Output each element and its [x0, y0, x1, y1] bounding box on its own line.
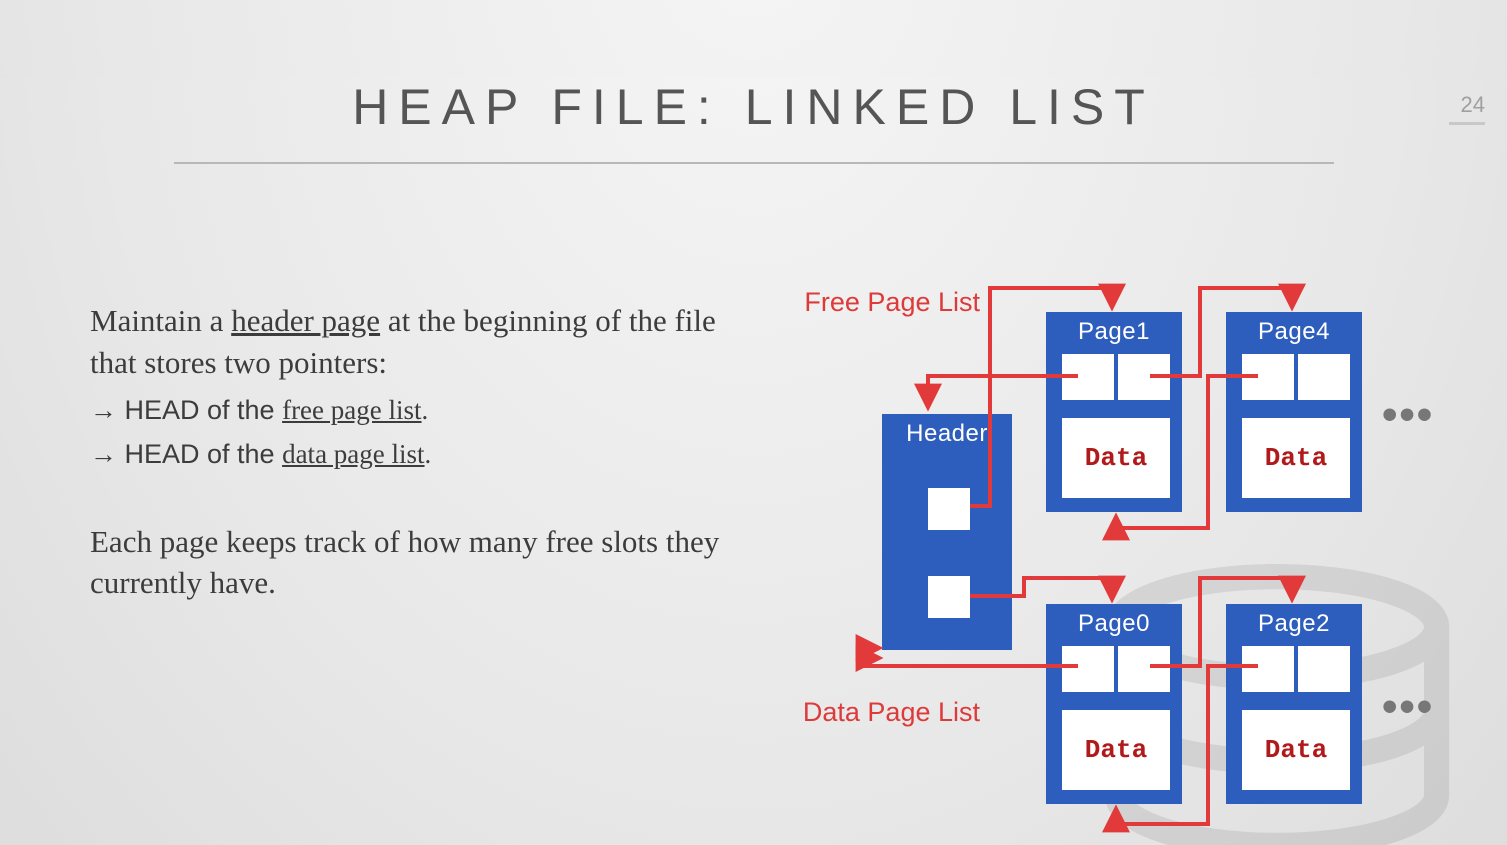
- page4-data: Data: [1242, 418, 1350, 498]
- ellipsis-top: •••: [1382, 390, 1434, 440]
- page4-ptr-pair: [1242, 354, 1350, 400]
- header-slot-data: [928, 576, 970, 618]
- paragraph-1: Maintain a header page at the beginning …: [90, 300, 720, 384]
- page0-ptr-pair: [1062, 646, 1170, 692]
- b1-post: .: [422, 395, 429, 425]
- page4-box: Page4 Data: [1226, 312, 1362, 512]
- body-text: Maintain a header page at the beginning …: [90, 300, 720, 612]
- b1-pre: → HEAD of the: [90, 395, 282, 425]
- header-slot-free: [928, 488, 970, 530]
- b2-post: .: [425, 439, 432, 469]
- page2-box: Page2 Data: [1226, 604, 1362, 804]
- page2-ptr-pair: [1242, 646, 1350, 692]
- bullet-2: → HEAD of the data page list.: [90, 436, 720, 472]
- slide-title: HEAP FILE: LINKED LIST: [174, 78, 1334, 164]
- p1-underline: header page: [231, 303, 380, 338]
- page1-data: Data: [1062, 418, 1170, 498]
- page1-label: Page1: [1048, 314, 1180, 346]
- page1-box: Page1 Data: [1046, 312, 1182, 512]
- b2-u: data page list: [282, 439, 424, 469]
- page-number-wrap: 24: [1449, 92, 1485, 125]
- page0-box: Page0 Data: [1046, 604, 1182, 804]
- b1-u: free page list: [282, 395, 421, 425]
- header-label: Header: [884, 416, 1010, 448]
- header-box: Header: [882, 414, 1012, 650]
- bullet-1: → HEAD of the free page list.: [90, 392, 720, 428]
- paragraph-2: Each page keeps track of how many free s…: [90, 521, 720, 605]
- page0-data: Data: [1062, 710, 1170, 790]
- free-page-list-label: Free Page List: [800, 288, 980, 316]
- p1-pre: Maintain a: [90, 303, 231, 338]
- slide: 24 HEAP FILE: LINKED LIST Maintain a hea…: [0, 78, 1507, 845]
- page2-data: Data: [1242, 710, 1350, 790]
- data-page-list-label: Data Page List: [800, 698, 980, 726]
- ellipsis-bottom: •••: [1382, 682, 1434, 732]
- b2-pre: → HEAD of the: [90, 439, 282, 469]
- page-number: 24: [1449, 92, 1485, 125]
- page0-label: Page0: [1048, 606, 1180, 638]
- page4-label: Page4: [1228, 314, 1360, 346]
- diagram: Free Page List Data Page List Header Pag…: [820, 278, 1440, 845]
- page2-label: Page2: [1228, 606, 1360, 638]
- page1-ptr-pair: [1062, 354, 1170, 400]
